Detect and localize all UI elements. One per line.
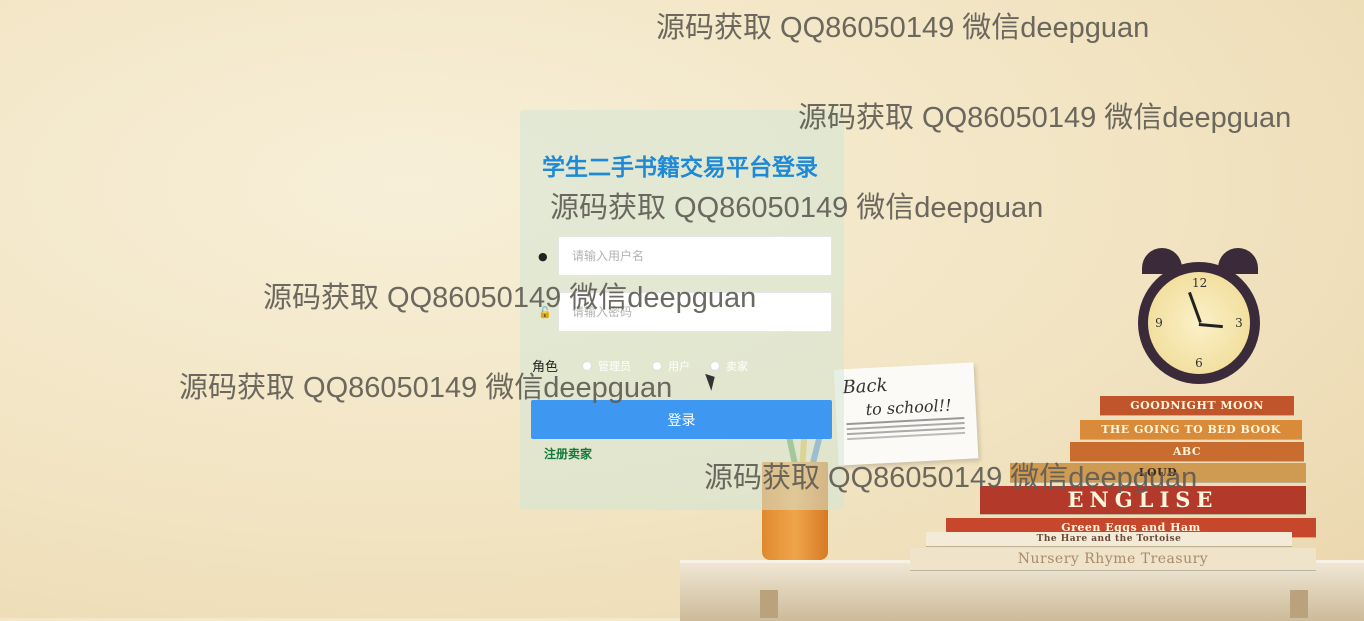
book: Nursery Rhyme Treasury: [910, 548, 1316, 570]
role-option-label: 用户: [668, 361, 690, 373]
book-title: LOUD: [1138, 466, 1178, 479]
role-option-label: 卖家: [726, 361, 748, 373]
login-button[interactable]: 登录: [531, 400, 832, 439]
role-radio-seller[interactable]: 卖家: [710, 358, 748, 374]
alarm-clock-icon: 12 3 6 9: [1138, 262, 1260, 384]
book-title: Nursery Rhyme Treasury: [1017, 551, 1209, 567]
book-title: THE GOING TO BED BOOK: [1101, 423, 1281, 436]
password-input[interactable]: [559, 293, 831, 331]
page-title: 学生二手书籍交易平台登录: [542, 155, 818, 181]
login-card: 学生二手书籍交易平台登录 ● 🔓 角色 管理员 用户 卖家 登录 注册卖家: [520, 110, 844, 510]
radio-icon[interactable]: [582, 361, 592, 371]
note-text: to school!!: [865, 395, 952, 420]
book: THE GOING TO BED BOOK: [1080, 420, 1302, 439]
username-field[interactable]: [558, 236, 832, 276]
register-seller-link[interactable]: 注册卖家: [544, 445, 592, 462]
user-icon: ●: [538, 250, 548, 263]
username-input[interactable]: [559, 237, 831, 275]
role-radio-admin[interactable]: 管理员: [582, 358, 631, 374]
note-text: Back: [841, 374, 888, 399]
book: LOUD: [1010, 463, 1306, 482]
book-title: GOODNIGHT MOON: [1130, 399, 1264, 412]
sticky-note: Back to school!!: [833, 362, 979, 466]
book-title: ABC: [1172, 445, 1202, 458]
book-title: The Hare and the Tortoise: [1036, 534, 1182, 544]
radio-icon[interactable]: [652, 361, 662, 371]
role-label: 角色: [532, 359, 559, 374]
book-title: ENGLISE: [1067, 487, 1219, 512]
book: The Hare and the Tortoise: [926, 532, 1292, 546]
password-field[interactable]: [558, 292, 832, 332]
book: GOODNIGHT MOON: [1100, 396, 1294, 415]
desk-leg: [1290, 590, 1308, 618]
radio-icon[interactable]: [710, 361, 720, 371]
book: ENGLISE: [980, 486, 1306, 514]
role-radio-user[interactable]: 用户: [652, 358, 690, 374]
book: ABC: [1070, 442, 1304, 461]
note-scribble: [846, 416, 965, 426]
role-option-label: 管理员: [598, 361, 631, 373]
lock-icon: 🔓: [538, 306, 552, 319]
desk-leg: [760, 590, 778, 618]
